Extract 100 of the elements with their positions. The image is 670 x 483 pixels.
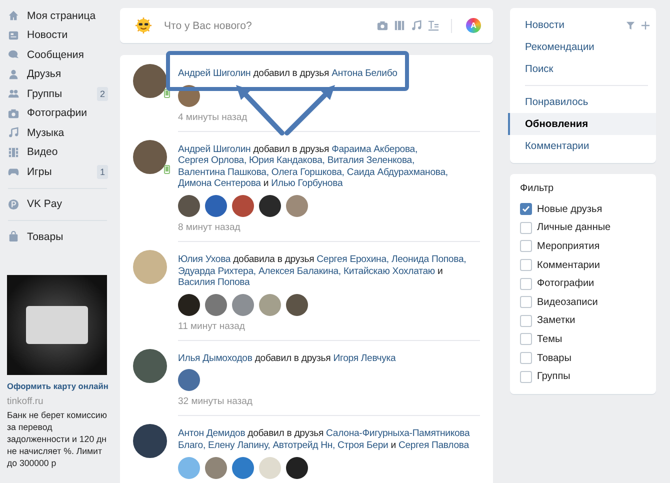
friend-photo[interactable]	[259, 194, 281, 217]
sidebar-item[interactable]: Товары	[0, 227, 115, 246]
sidebar-item[interactable]: Музыка	[0, 123, 115, 142]
sidebar-item[interactable]: Друзья	[0, 64, 115, 84]
friend-link[interactable]: Сергея Ерохина,	[316, 254, 389, 265]
bank-card-drawing	[26, 306, 88, 344]
plus-icon[interactable]	[641, 20, 650, 30]
camera-icon[interactable]	[377, 20, 388, 31]
friend-link[interactable]: Виталия Зеленкова,	[327, 155, 414, 166]
filter-title: Фильтр	[520, 183, 555, 194]
ad-image[interactable]	[7, 274, 107, 374]
post-text: Юлия Ухова добавила в друзья Сергея Ерохина, Леонида Попова, Эдуарда Рихтера, Алексея Балакина, Китайскаю Хохлатаю и Василия Попова	[178, 254, 468, 289]
counter-badge: 1	[96, 164, 108, 179]
author-link[interactable]: Андрей Шиголин	[178, 144, 251, 155]
sidebar-item[interactable]: Новости	[0, 26, 115, 45]
sidebar-item[interactable]: Фотографии	[0, 104, 115, 123]
people-icon	[8, 88, 19, 100]
friend-link[interactable]: Валентина Пашкова,	[178, 166, 269, 178]
friend-photo[interactable]	[178, 294, 200, 316]
author-link[interactable]: Антон Демидов	[178, 428, 246, 440]
avatar-photo[interactable]	[133, 64, 167, 98]
ad-domain: tinkoff.ru	[7, 396, 44, 406]
newspaper-icon	[8, 30, 19, 41]
phone-icon	[164, 89, 170, 98]
arrow	[284, 85, 335, 136]
friend-link[interactable]: Алексея Балакина,	[258, 266, 341, 277]
friend-photo[interactable]	[286, 294, 308, 316]
friend-link[interactable]: Илью Горбунова	[271, 178, 343, 190]
ad-text: Банк не берет комиссию за перевод задолженности и 120 дн не начисляет %. Лимит до 300000 р	[7, 408, 107, 468]
sidebar-item[interactable]: Видео	[0, 142, 115, 162]
filter-option[interactable]: Темы	[520, 330, 646, 349]
sidebar-item[interactable]: Игры 1	[0, 162, 115, 182]
avatar-photo[interactable]	[133, 348, 167, 383]
friend-link[interactable]: Китайскаю Хохлатаю	[343, 266, 435, 277]
menu-item[interactable]: Обновления	[508, 113, 656, 135]
post-text: Андрей Шиголин добавил в друзья Антона Белибо	[178, 68, 398, 80]
phone-icon	[164, 164, 170, 174]
friend-link[interactable]: Василия Попова	[178, 277, 250, 288]
author-link[interactable]: Юлия Ухова	[178, 254, 231, 265]
filter-option[interactable]: Новые друзья	[520, 200, 646, 219]
friend-link[interactable]: Эдуарда Рихтера,	[178, 266, 256, 277]
friend-link[interactable]: Саида Абдурахманова,	[346, 166, 448, 178]
friend-link[interactable]: Сергея Павлова	[398, 440, 469, 451]
filter-option[interactable]: Личные данные	[520, 218, 646, 238]
friend-link[interactable]: Сергея Орлова,	[178, 155, 246, 166]
friend-link[interactable]: Благо,	[178, 440, 206, 451]
author-link[interactable]: Андрей Шиголин	[178, 68, 251, 79]
gamepad-icon	[8, 166, 19, 178]
friend-link[interactable]: Салона-Фигурныха-Памятникова	[326, 428, 470, 440]
filter-icon[interactable]	[626, 20, 635, 30]
friend-link[interactable]: Фараима Акберова,	[332, 144, 418, 155]
friend-photo[interactable]	[178, 194, 200, 217]
avatar-photo[interactable]	[133, 424, 167, 458]
friend-link[interactable]: Игоря Левчука	[333, 352, 396, 364]
music-note-icon[interactable]	[411, 20, 422, 31]
filter-option[interactable]: Комментарии	[520, 256, 646, 274]
post-text: Антон Демидов добавил в друзья Салона-Фигурныха-Памятникова Благо, Елену Лапину, Автотрейд Нн, Строя Бери и Сергея Павлова	[178, 428, 471, 452]
friend-link[interactable]: Елену Лапину,	[208, 440, 270, 451]
friend-link[interactable]: Антона Белибо	[332, 68, 398, 79]
text-format-icon[interactable]	[428, 20, 439, 31]
friend-link[interactable]: Юрия Кандакова,	[249, 155, 325, 166]
menu-item[interactable]: Новости	[508, 14, 656, 36]
menu-item[interactable]: Комментарии	[508, 135, 656, 157]
sidebar-item[interactable]: Группы 2	[0, 84, 115, 104]
friend-photo[interactable]	[286, 456, 308, 479]
chat-icon	[8, 49, 19, 60]
sidebar-item[interactable]: VK Pay	[0, 194, 115, 214]
friend-link[interactable]: Строя Бери	[338, 440, 388, 451]
filter-option[interactable]: Группы	[520, 367, 646, 386]
author-link[interactable]: Илья Дымоходов	[178, 352, 252, 364]
film-icon[interactable]	[394, 20, 405, 31]
menu-item[interactable]: Рекомендации	[508, 36, 656, 58]
sunglasses-emoji-icon	[135, 17, 152, 34]
check-icon	[522, 205, 530, 214]
camera-icon	[8, 108, 19, 119]
friend-link[interactable]: Димона Сентерова	[178, 178, 261, 190]
filter-option[interactable]: Товары	[520, 348, 646, 368]
music-note-icon	[8, 127, 19, 138]
post-text: Андрей Шиголин добавил в друзья Фараима Акберова, Сергея Орлова, Юрия Кандакова, Виталия Зеленкова, Валентина Пашкова, Олега Горшкова, Саида Абдурахманова, Димона Сентерова и Илью Горбунова	[178, 144, 449, 190]
avatar-photo[interactable]	[133, 140, 167, 174]
filter-option[interactable]: Видеозаписи	[520, 292, 646, 312]
sidebar-item[interactable]: Сообщения	[0, 45, 115, 64]
post-text: Илья Дымоходов добавил в друзья Игоря Левчука	[178, 352, 397, 364]
ad-title[interactable]: Оформить карту онлайн	[7, 380, 108, 392]
filter-option[interactable]: Мероприятия	[520, 237, 646, 256]
person-icon	[8, 68, 19, 80]
sidebar-item[interactable]: Моя страница	[0, 6, 115, 26]
post-input[interactable]: Что у Вас нового?	[162, 18, 377, 32]
menu-item[interactable]: Понравилось	[508, 91, 656, 113]
coin-icon	[8, 198, 19, 210]
home-icon	[8, 10, 19, 22]
friend-link[interactable]: Леонида Попова,	[391, 254, 466, 265]
filter-option[interactable]: Фотографии	[520, 274, 646, 293]
counter-badge: 2	[96, 86, 108, 101]
film-icon	[8, 146, 19, 158]
bag-icon	[8, 231, 19, 242]
menu-item[interactable]: Поиск	[508, 58, 656, 80]
friend-link[interactable]: Олега Горшкова,	[271, 166, 344, 178]
friend-link[interactable]: Автотрейд Нн,	[272, 440, 336, 451]
filter-option[interactable]: Заметки	[520, 312, 646, 330]
